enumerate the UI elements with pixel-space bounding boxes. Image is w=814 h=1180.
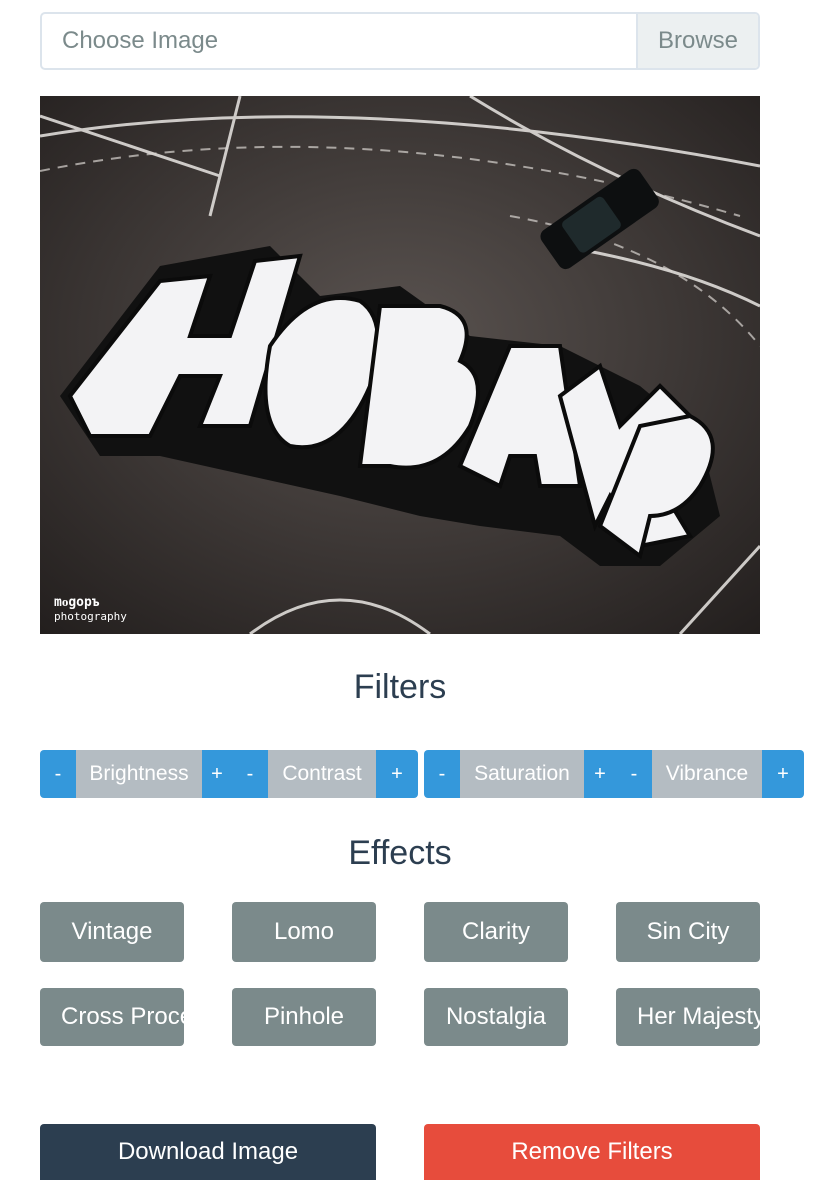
effects-title: Effects	[348, 834, 452, 872]
effect-lomo-button[interactable]: Lomo	[232, 902, 376, 962]
brightness-label: Brightness	[76, 750, 202, 798]
file-input-placeholder[interactable]: Choose Image	[42, 14, 636, 68]
filter-group-brightness-contrast: - Brightness + - Contrast +	[40, 750, 418, 798]
effect-label: Her Majesty	[637, 1003, 760, 1030]
vibrance-increase-button[interactable]: +	[762, 750, 804, 798]
graffiti-photo: mᴏgopъ photography	[40, 96, 760, 634]
effect-clarity-button[interactable]: Clarity	[424, 902, 568, 962]
file-input[interactable]: Choose Image Browse	[40, 12, 760, 70]
effect-label: Lomo	[273, 918, 335, 945]
filter-group-saturation-vibrance: - Saturation + - Vibrance +	[424, 750, 804, 798]
effect-label: Vintage	[71, 918, 153, 945]
vibrance-label: Vibrance	[652, 750, 762, 798]
effect-sin-city-button[interactable]: Sin City	[616, 902, 760, 962]
brightness-increase-button[interactable]: +	[202, 750, 232, 798]
filters-title: Filters	[353, 668, 447, 706]
vibrance-decrease-button[interactable]: -	[616, 750, 652, 798]
saturation-increase-button[interactable]: +	[584, 750, 616, 798]
contrast-increase-button[interactable]: +	[376, 750, 418, 798]
saturation-label: Saturation	[460, 750, 584, 798]
effect-cross-process-button[interactable]: Cross Process	[40, 988, 184, 1046]
contrast-label: Contrast	[268, 750, 376, 798]
browse-button[interactable]: Browse	[636, 14, 758, 68]
watermark-line1: mᴏgopъ	[54, 595, 100, 610]
effect-label: Clarity	[461, 918, 530, 945]
effect-label: Cross Process	[61, 1003, 184, 1030]
effect-label: Pinhole	[263, 1003, 345, 1030]
watermark-line2: photography	[54, 610, 127, 623]
effect-label: Sin City	[646, 918, 730, 945]
saturation-decrease-button[interactable]: -	[424, 750, 460, 798]
effect-pinhole-button[interactable]: Pinhole	[232, 988, 376, 1046]
contrast-decrease-button[interactable]: -	[232, 750, 268, 798]
effect-her-majesty-button[interactable]: Her Majesty	[616, 988, 760, 1046]
effect-label: Nostalgia	[445, 1003, 547, 1030]
effect-vintage-button[interactable]: Vintage	[40, 902, 184, 962]
image-preview: mᴏgopъ photography	[40, 96, 760, 634]
effect-nostalgia-button[interactable]: Nostalgia	[424, 988, 568, 1046]
download-image-button[interactable]: Download Image	[40, 1124, 376, 1180]
brightness-decrease-button[interactable]: -	[40, 750, 76, 798]
remove-filters-button[interactable]: Remove Filters	[424, 1124, 760, 1180]
